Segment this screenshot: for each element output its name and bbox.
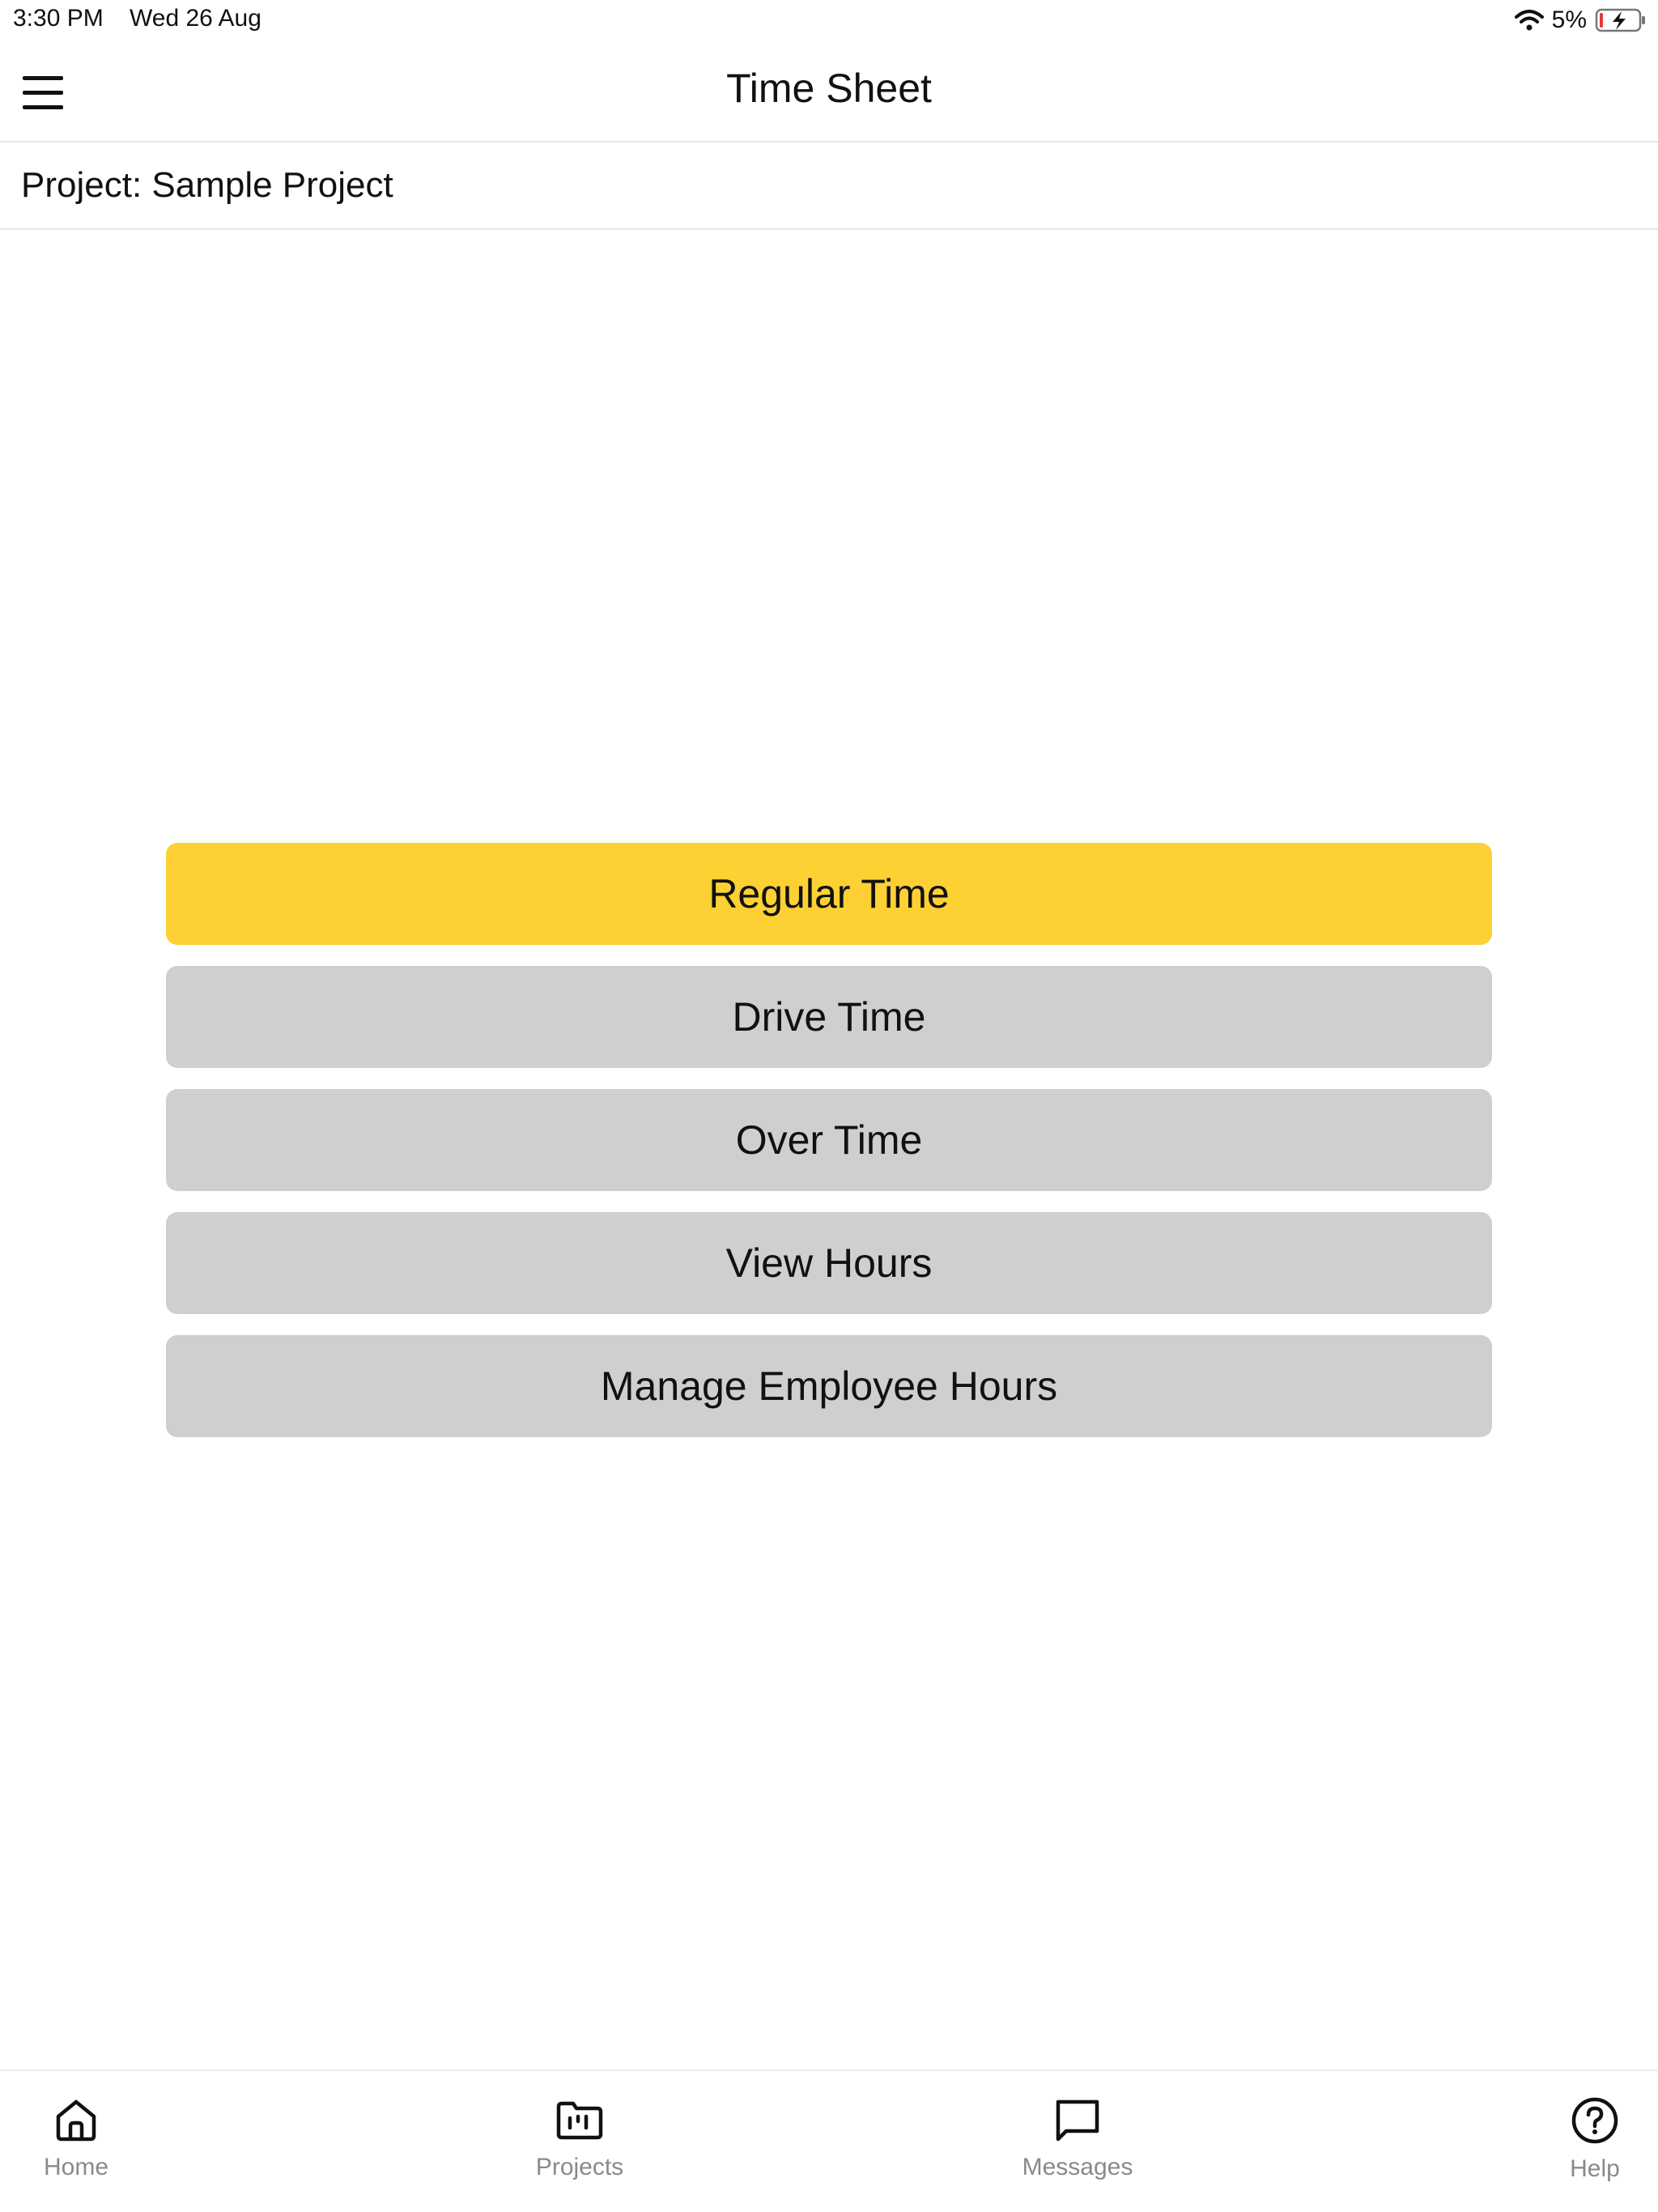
help-icon xyxy=(1571,2097,1618,2144)
folder-icon xyxy=(556,2101,603,2140)
tab-home-label: Home xyxy=(43,2154,109,2180)
bottom-tab-bar: Home Projects Messages Help xyxy=(0,2069,1658,2212)
status-time: 3:30 PM xyxy=(13,5,104,32)
tab-messages-label: Messages xyxy=(1022,2154,1133,2180)
tab-help[interactable]: Help xyxy=(1514,2095,1658,2183)
tab-projects-label: Projects xyxy=(535,2154,624,2180)
battery-percentage: 5% xyxy=(1551,6,1587,33)
tab-projects[interactable]: Projects xyxy=(499,2095,661,2181)
time-type-button-list: Regular Time Drive Time Over Time View H… xyxy=(166,843,1492,1458)
home-icon xyxy=(56,2099,96,2142)
message-icon xyxy=(1056,2099,1099,2142)
tab-home[interactable]: Home xyxy=(0,2095,157,2181)
regular-time-button[interactable]: Regular Time xyxy=(166,843,1492,945)
battery-charging-icon xyxy=(1595,8,1645,32)
status-date: Wed 26 Aug xyxy=(130,5,261,32)
manage-employee-hours-button[interactable]: Manage Employee Hours xyxy=(166,1335,1492,1437)
project-info-row: Project: Sample Project xyxy=(0,143,1658,230)
tab-help-label: Help xyxy=(1570,2155,1620,2182)
page-title: Time Sheet xyxy=(726,66,932,111)
navigation-header: Time Sheet xyxy=(0,40,1658,143)
project-label: Project: Sample Project xyxy=(21,165,393,205)
status-indicators: 5% xyxy=(1514,5,1647,36)
tab-messages[interactable]: Messages xyxy=(997,2095,1158,2181)
drive-time-button[interactable]: Drive Time xyxy=(166,966,1492,1068)
wifi-icon xyxy=(1514,10,1544,31)
status-bar: 3:30 PM Wed 26 Aug 5% xyxy=(0,0,1658,40)
over-time-button[interactable]: Over Time xyxy=(166,1089,1492,1191)
time-sheet-screen: 3:30 PM Wed 26 Aug 5% Time Sheet Project… xyxy=(0,0,1658,2212)
view-hours-button[interactable]: View Hours xyxy=(166,1212,1492,1314)
